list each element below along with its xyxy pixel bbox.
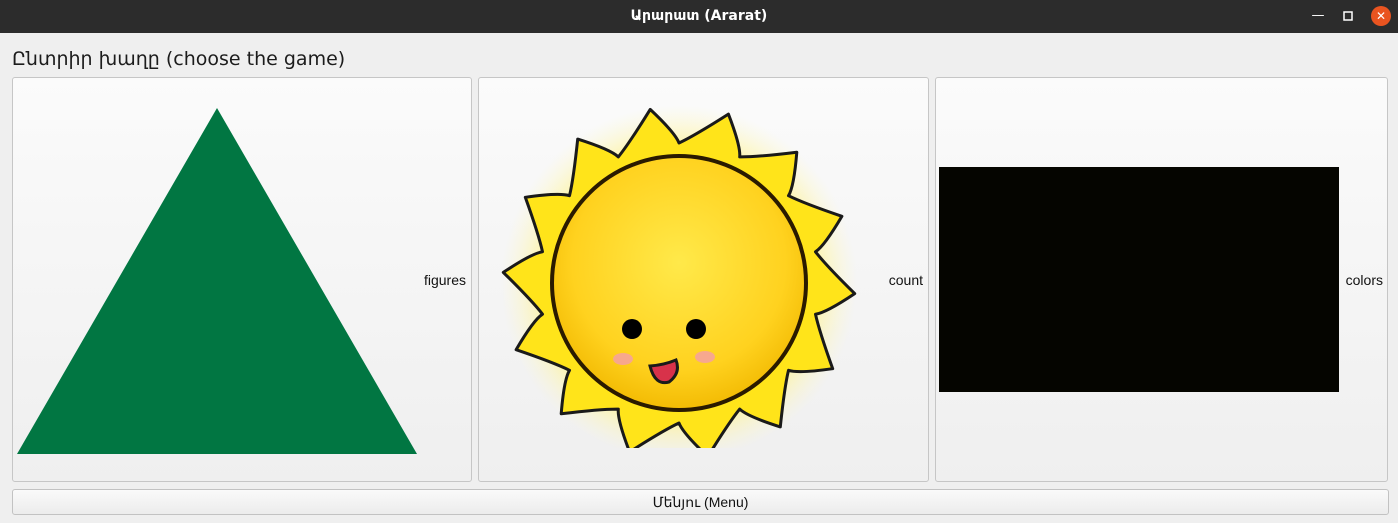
page-heading: Ընտրիր խաղը (choose the game) (12, 48, 346, 70)
title-bar: Արարատ (Ararat) — ✕ (0, 0, 1398, 33)
menu-button[interactable]: Մենյու (Menu) (12, 489, 1389, 515)
game-label-count: count (888, 272, 923, 288)
game-button-count[interactable]: count (478, 77, 929, 482)
game-label-colors: colors (1345, 272, 1383, 288)
sun-image (501, 105, 857, 448)
game-button-figures[interactable]: figures (12, 77, 472, 482)
green-triangle-image (17, 108, 417, 454)
close-icon[interactable]: ✕ (1371, 6, 1391, 26)
maximize-icon[interactable] (1338, 6, 1358, 26)
window-title: Արարատ (Ararat) (630, 8, 768, 24)
black-rectangle-image (939, 167, 1339, 392)
app-window: Արարատ (Ararat) — ✕ Ընտրիր խաղը (choose … (0, 0, 1398, 523)
game-label-figures: figures (423, 272, 466, 288)
game-button-colors[interactable]: colors (935, 77, 1388, 482)
minimize-icon[interactable]: — (1308, 6, 1328, 26)
